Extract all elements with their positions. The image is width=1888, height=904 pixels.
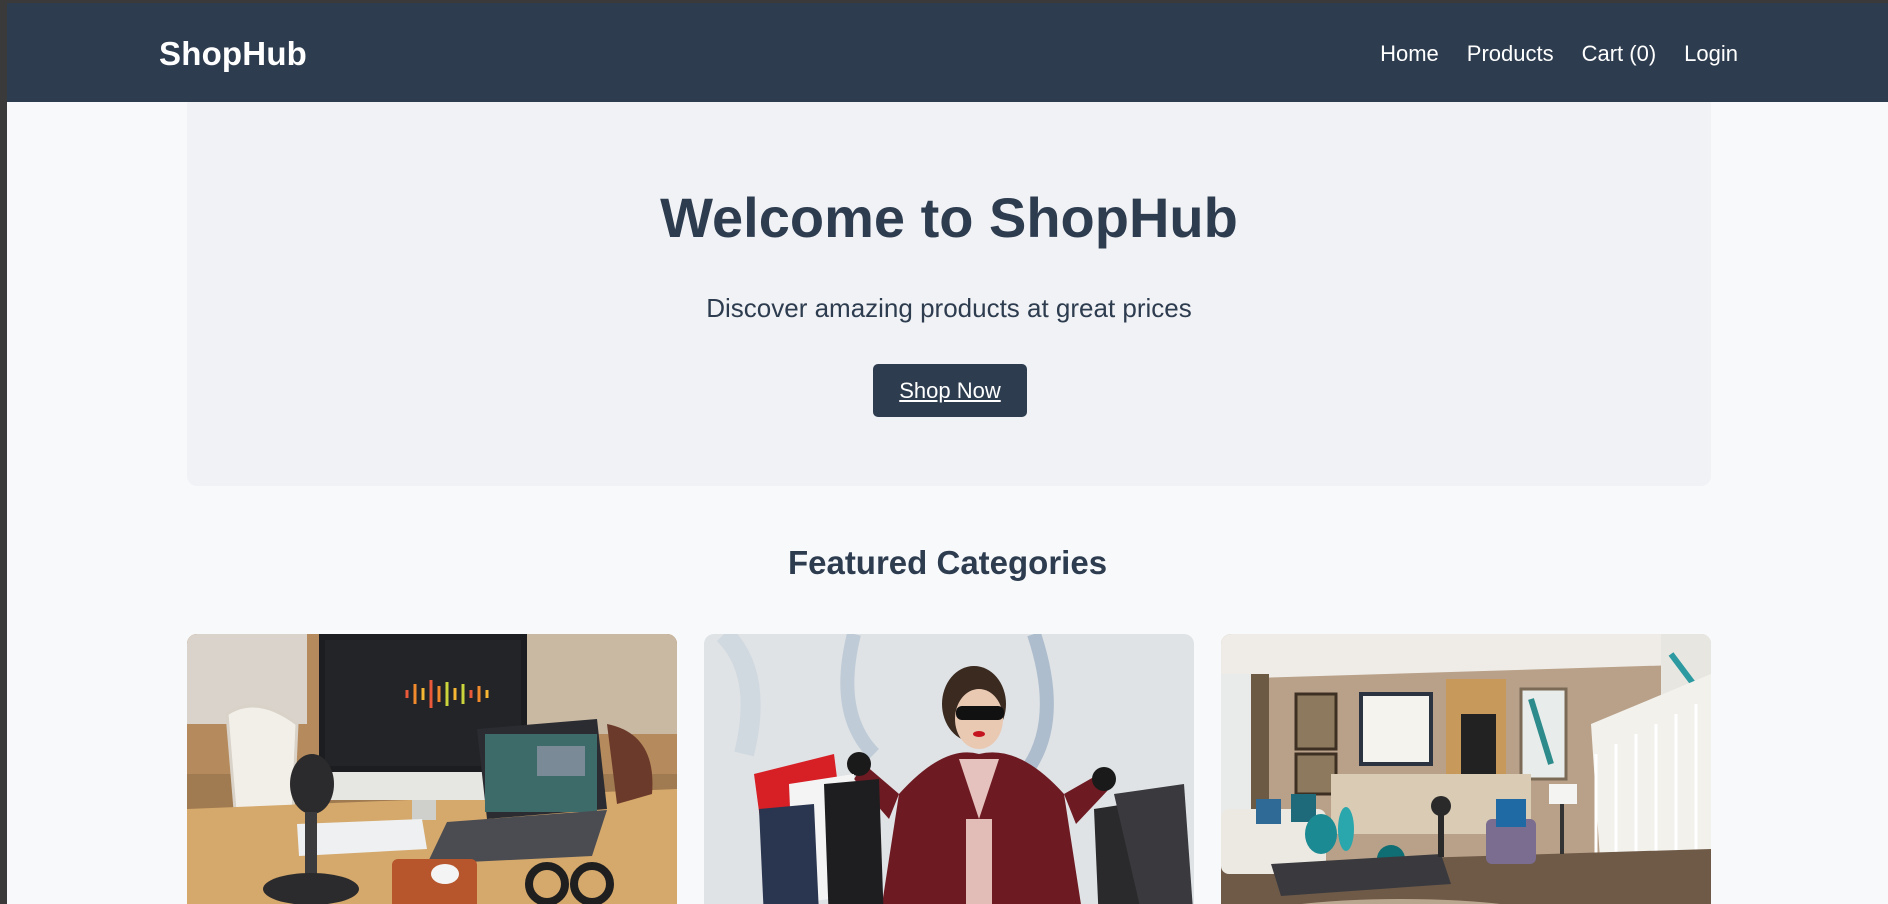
shop-now-button[interactable]: Shop Now (873, 364, 1027, 417)
nav-link-products[interactable]: Products (1467, 41, 1554, 67)
top-navbar: ShopHub Home Products Cart (0) Login (7, 3, 1888, 102)
category-card-fashion[interactable] (704, 634, 1194, 904)
category-card-electronics[interactable] (187, 634, 677, 904)
hero-subtitle: Discover amazing products at great price… (706, 293, 1192, 323)
category-card-home[interactable] (1221, 634, 1711, 904)
nav-link-login[interactable]: Login (1684, 41, 1738, 67)
electronics-category-image (187, 634, 677, 904)
hero-title: Welcome to ShopHub (660, 186, 1238, 249)
hero-banner: Welcome to ShopHub Discover amazing prod… (187, 102, 1711, 486)
home-category-image (1221, 634, 1711, 904)
nav-link-home[interactable]: Home (1380, 41, 1439, 67)
brand-logo[interactable]: ShopHub (159, 35, 307, 73)
nav-link-cart[interactable]: Cart (0) (1582, 41, 1657, 67)
nav-links: Home Products Cart (0) Login (1380, 41, 1738, 67)
featured-categories-heading: Featured Categories (787, 544, 1108, 581)
browser-viewport: ShopHub Home Products Cart (0) Login Wel… (7, 3, 1888, 904)
fashion-category-image (704, 634, 1194, 904)
